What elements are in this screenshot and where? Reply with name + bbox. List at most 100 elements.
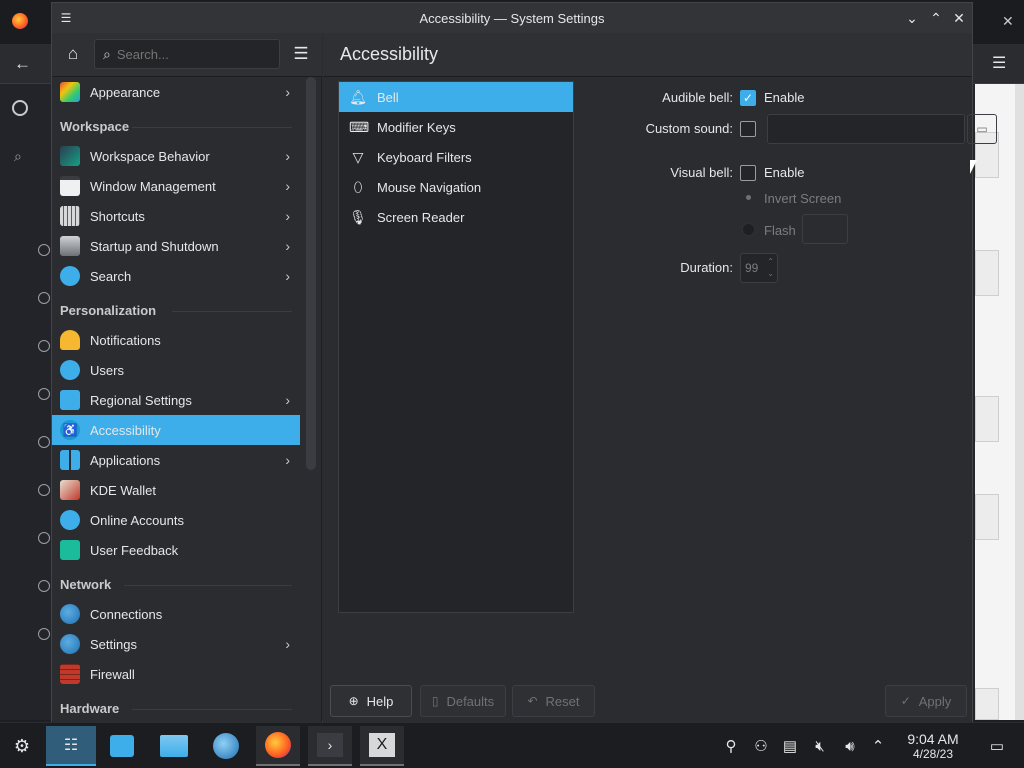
workspace-behavior-icon	[60, 146, 80, 166]
terminal-task-icon[interactable]: ›	[308, 726, 352, 766]
xwindow-task-icon[interactable]: X	[360, 726, 404, 766]
category-item-keyboard-filters[interactable]: ▽ Keyboard Filters	[339, 142, 573, 172]
mouse-cursor-icon	[970, 160, 977, 174]
volume-icon[interactable]: 🔊︎	[840, 736, 860, 756]
section-divider	[132, 127, 292, 128]
duration-spinbox[interactable]: 99 ⌃ ⌄	[740, 253, 778, 283]
audible-bell-label: Audible bell:	[662, 90, 733, 105]
muted-speaker-icon[interactable]: 🔇︎	[810, 736, 830, 756]
history-icon	[12, 100, 28, 116]
maximize-icon[interactable]: ⌃	[926, 8, 946, 28]
close-icon[interactable]: ✕	[1002, 13, 1014, 30]
chevron-up-icon[interactable]: ⌃	[868, 736, 888, 756]
search-input[interactable]	[116, 46, 267, 62]
sidebar-item-notifications[interactable]: Notifications	[52, 325, 300, 355]
category-item-bell[interactable]: 🔔︎ Bell	[339, 82, 573, 112]
sidebar-item-shortcuts[interactable]: Shortcuts ›	[52, 201, 300, 231]
category-item-mouse-navigation[interactable]: ⬯ Mouse Navigation	[339, 172, 573, 202]
custom-sound-checkbox[interactable]	[740, 121, 756, 137]
sidebar-item-user-feedback[interactable]: User Feedback	[52, 535, 300, 565]
globe-icon	[38, 388, 50, 400]
filter-icon: ▽	[352, 148, 364, 165]
section-hardware: Hardware	[60, 701, 120, 716]
system-settings-task-icon[interactable]: ☷	[46, 726, 96, 766]
category-item-modifier-keys[interactable]: ⌨ Modifier Keys	[339, 112, 573, 142]
regional-settings-icon	[60, 390, 80, 410]
system-settings-globe-icon[interactable]	[208, 729, 244, 763]
browser-sidebar-fragment: ⌕	[0, 84, 52, 720]
chevron-right-icon: ›	[285, 636, 290, 652]
visual-bell-label: Visual bell:	[670, 165, 733, 180]
custom-sound-field[interactable]	[767, 114, 965, 144]
close-icon[interactable]: ✕	[949, 8, 969, 28]
sidebar-item-search[interactable]: Search ›	[52, 261, 300, 291]
file-manager-icon[interactable]	[156, 729, 192, 763]
browser-page-fragment	[975, 84, 1024, 720]
duration-label: Duration:	[680, 260, 733, 275]
back-arrow-icon[interactable]: ←	[14, 54, 31, 74]
sidebar-item-regional-settings[interactable]: Regional Settings ›	[52, 385, 300, 415]
menu-icon[interactable]: ☰	[992, 53, 1006, 73]
clock[interactable]: 9:04 AM 4/28/23	[897, 731, 969, 761]
title-bar[interactable]: ☰ Accessibility — System Settings ⌄ ⌃ ✕	[52, 3, 972, 33]
globe-icon	[38, 484, 50, 496]
system-settings-window: ☰ Accessibility — System Settings ⌄ ⌃ ✕ …	[51, 2, 997, 723]
custom-sound-label: Custom sound:	[645, 121, 733, 136]
help-button[interactable]: ⊕ Help	[330, 685, 412, 717]
content-area: Accessibility 🔔︎ Bell ⌨ Modifier Keys ▽ …	[323, 33, 997, 723]
firefox-task-icon[interactable]	[256, 726, 300, 766]
discover-store-icon[interactable]	[104, 729, 140, 763]
minimize-icon[interactable]: ⌄	[902, 8, 922, 28]
audible-bell-enable-label[interactable]: Enable	[764, 90, 804, 105]
search-icon	[60, 266, 80, 286]
sidebar-item-firewall[interactable]: Firewall	[52, 659, 300, 689]
invert-screen-radio[interactable]	[746, 195, 751, 200]
application-launcher-icon[interactable]: ⚙	[4, 729, 40, 763]
visual-bell-enable-label[interactable]: Enable	[764, 165, 804, 180]
defaults-button[interactable]: ▯ Defaults	[420, 685, 506, 717]
spinbox-arrows-icon[interactable]: ⌃ ⌄	[767, 256, 774, 280]
flash-radio[interactable]	[742, 223, 755, 236]
user-icon[interactable]: ⚲	[721, 736, 741, 756]
duration-value: 99	[745, 261, 759, 275]
sidebar-item-online-accounts[interactable]: Online Accounts	[52, 505, 300, 535]
sidebar-item-kde-wallet[interactable]: KDE Wallet	[52, 475, 300, 505]
sidebar-item-workspace-behavior[interactable]: Workspace Behavior ›	[52, 141, 300, 171]
reset-button[interactable]: ↶ Reset	[512, 685, 595, 717]
invert-screen-label[interactable]: Invert Screen	[764, 191, 841, 206]
mouse-icon: ⬯	[353, 178, 363, 195]
sidebar-item-window-management[interactable]: Window Management ›	[52, 171, 300, 201]
sidebar-item-startup-and-shutdown[interactable]: Startup and Shutdown ›	[52, 231, 300, 261]
search-field[interactable]: ⌕	[94, 39, 280, 69]
hamburger-menu-icon[interactable]: ☰	[290, 43, 312, 65]
keyboard-icon: ⌨	[349, 118, 370, 135]
globe-icon	[38, 244, 50, 256]
show-desktop-icon[interactable]: ▭	[987, 736, 1007, 756]
section-network: Network	[60, 577, 112, 592]
window-menu-icon[interactable]: ☰	[56, 8, 76, 28]
audible-bell-checkbox[interactable]: ✓	[740, 90, 756, 106]
home-icon[interactable]: ⌂	[62, 43, 84, 65]
flash-label[interactable]: Flash	[764, 223, 796, 238]
sidebar-item-network-settings[interactable]: Settings ›	[52, 629, 300, 659]
window-title: Accessibility — System Settings	[419, 10, 605, 26]
chevron-right-icon: ›	[285, 268, 290, 284]
sidebar-item-applications[interactable]: Applications ›	[52, 445, 300, 475]
flash-color-button[interactable]	[802, 214, 848, 244]
folder-open-icon[interactable]: ▭	[967, 114, 997, 144]
sidebar-item-accessibility[interactable]: ♿ Accessibility	[52, 415, 300, 445]
sidebar-item-connections[interactable]: Connections	[52, 599, 300, 629]
section-divider	[172, 311, 292, 312]
sidebar-scrollbar[interactable]	[306, 77, 316, 470]
category-item-screen-reader[interactable]: 🎙︎ Screen Reader	[339, 202, 573, 232]
visual-bell-checkbox[interactable]	[740, 165, 756, 181]
appearance-icon	[60, 82, 80, 102]
page-title: Accessibility	[340, 44, 439, 64]
sidebar-item-users[interactable]: Users	[52, 355, 300, 385]
window-management-icon	[60, 176, 80, 196]
sidebar-item-appearance[interactable]: Appearance ›	[52, 77, 300, 107]
user-switch-icon[interactable]: ⚇	[751, 736, 771, 756]
clipboard-icon[interactable]: ▤	[780, 736, 800, 756]
section-divider	[132, 709, 292, 710]
apply-button[interactable]: ✓ Apply	[885, 685, 967, 717]
